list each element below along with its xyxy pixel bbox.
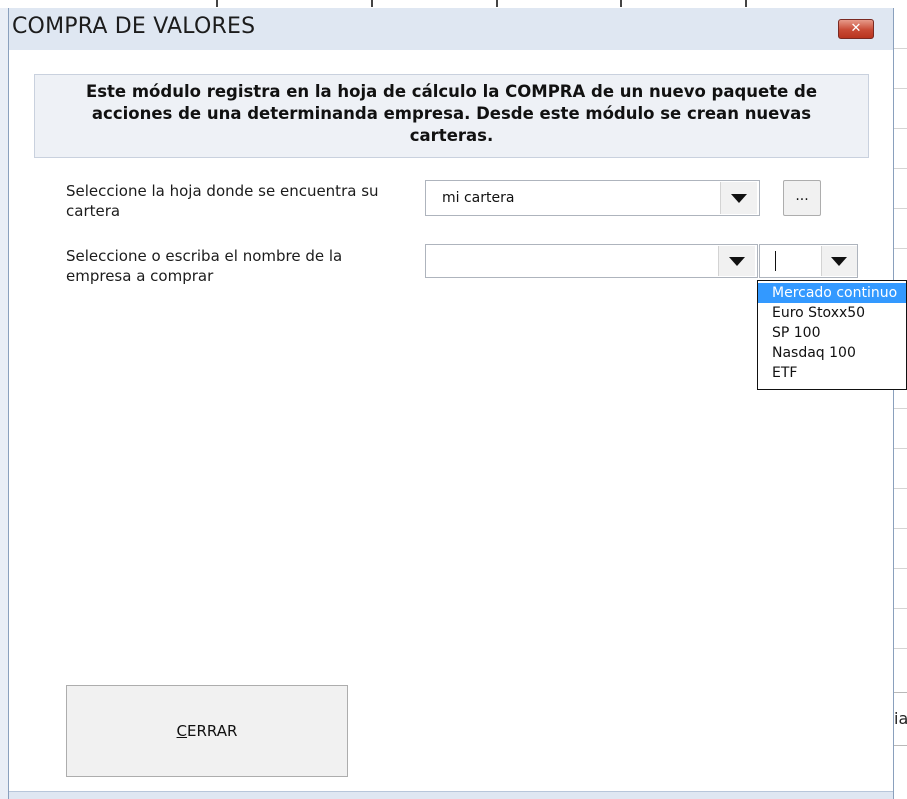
sheet-select-value: mi cartera bbox=[442, 190, 515, 206]
info-description: Este módulo registra en la hoja de cálcu… bbox=[34, 74, 869, 158]
chevron-down-icon bbox=[831, 257, 847, 266]
company-select-combo[interactable] bbox=[425, 244, 758, 278]
sheet-select-dropdown-button[interactable] bbox=[720, 182, 757, 214]
cerrar-accelerator: C bbox=[176, 722, 188, 740]
spreadsheet-cell-peek: ia bbox=[894, 692, 907, 746]
dialog-titlebar[interactable]: COMPRA DE VALORES ✕ bbox=[9, 8, 893, 50]
browse-sheet-button[interactable]: ... bbox=[783, 180, 821, 216]
chevron-down-icon bbox=[731, 194, 747, 203]
close-window-button[interactable]: ✕ bbox=[838, 19, 874, 39]
dropdown-option[interactable]: Euro Stoxx50 bbox=[758, 303, 906, 323]
cerrar-button[interactable]: CERRAR bbox=[66, 685, 348, 777]
sheet-select-combo[interactable]: mi cartera bbox=[425, 180, 760, 216]
market-dropdown-list: Mercado continuo Euro Stoxx50 SP 100 Nas… bbox=[757, 280, 907, 390]
close-icon: ✕ bbox=[850, 21, 862, 36]
dropdown-option[interactable]: SP 100 bbox=[758, 323, 906, 343]
dropdown-option[interactable]: Nasdaq 100 bbox=[758, 343, 906, 363]
company-select-dropdown-button[interactable] bbox=[718, 246, 755, 276]
text-caret bbox=[775, 251, 776, 271]
company-select-label: Seleccione o escriba el nombre de la emp… bbox=[66, 247, 343, 285]
market-select-combo[interactable] bbox=[759, 244, 858, 278]
compra-dialog: COMPRA DE VALORES ✕ Este módulo registra… bbox=[8, 8, 894, 799]
spreadsheet-left-edge bbox=[0, 8, 8, 799]
spreadsheet-right-edge bbox=[894, 8, 907, 799]
chevron-down-icon bbox=[729, 257, 745, 266]
cerrar-label: ERRAR bbox=[187, 722, 238, 740]
sheet-select-label: Seleccione la hoja donde se encuentra su… bbox=[66, 182, 379, 220]
dialog-title: COMPRA DE VALORES bbox=[12, 14, 256, 39]
dialog-body: Este módulo registra en la hoja de cálcu… bbox=[9, 50, 893, 791]
spreadsheet-cell-text: ia bbox=[894, 709, 907, 728]
dropdown-option[interactable]: Mercado continuo bbox=[758, 283, 906, 303]
dialog-bottom-border bbox=[9, 791, 893, 799]
market-select-dropdown-button[interactable] bbox=[821, 246, 857, 276]
info-text: Este módulo registra en la hoja de cálcu… bbox=[85, 82, 818, 145]
dropdown-option[interactable]: ETF bbox=[758, 363, 906, 383]
